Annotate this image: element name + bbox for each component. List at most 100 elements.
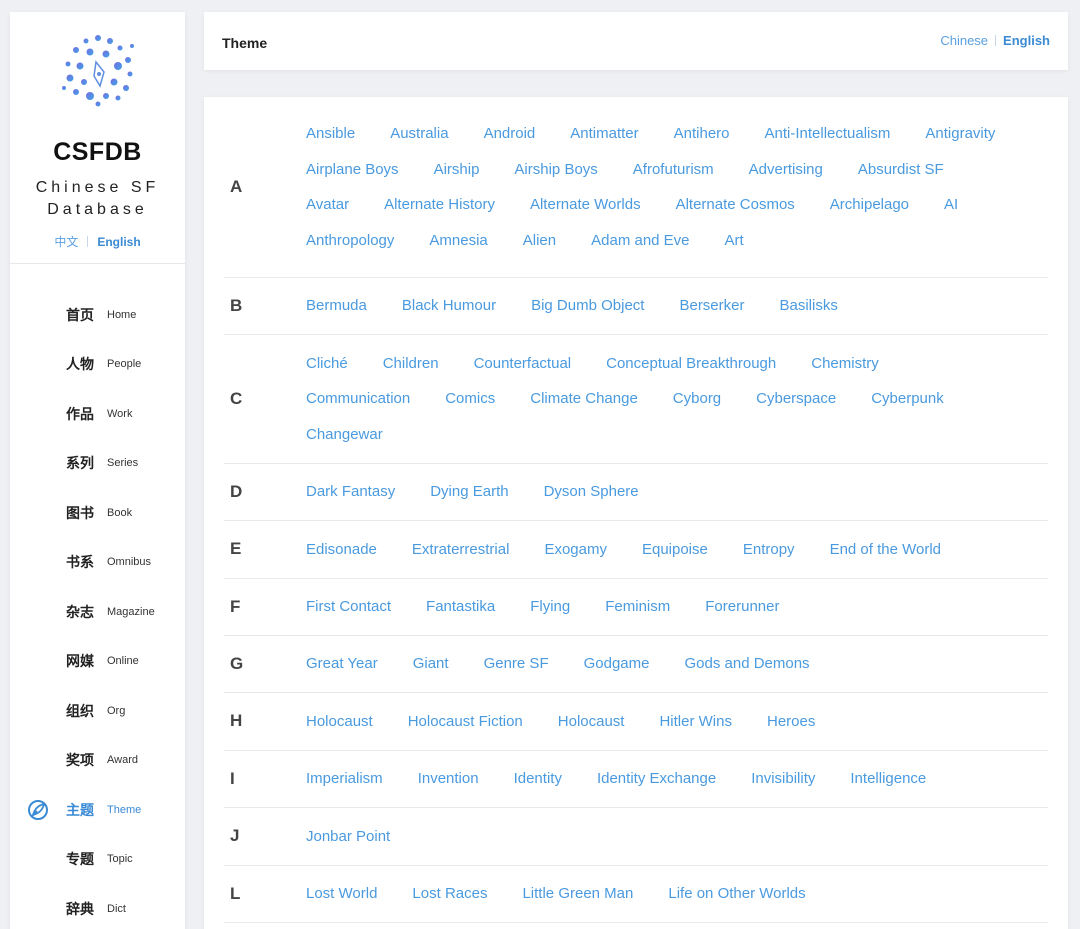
topic-link[interactable]: Identity: [514, 761, 562, 797]
topic-link[interactable]: Conceptual Breakthrough: [606, 346, 776, 382]
sidebar-item-people[interactable]: 人物 People: [10, 340, 185, 390]
topic-link[interactable]: Cyberspace: [756, 381, 836, 417]
lang-divider: [87, 236, 89, 247]
topic-link[interactable]: AI: [944, 187, 958, 223]
sidebar-item-topic[interactable]: 专题 Topic: [10, 835, 185, 885]
topic-link[interactable]: Big Dumb Object: [531, 288, 644, 324]
letter-group-b: B Bermuda Black Humour Big Dumb Object Berse…: [224, 278, 1048, 335]
topic-link[interactable]: Advertising: [749, 152, 823, 188]
topic-link[interactable]: Invention: [418, 761, 479, 797]
topic-link[interactable]: Forerunner: [705, 589, 779, 625]
lang-zh-link[interactable]: 中文: [54, 233, 78, 250]
topic-link[interactable]: Antimatter: [570, 116, 638, 152]
topic-link[interactable]: Airship Boys: [514, 152, 597, 188]
topic-link[interactable]: Counterfactual: [474, 346, 572, 382]
topic-link[interactable]: Alternate Worlds: [530, 187, 641, 223]
topic-link[interactable]: Android: [484, 116, 536, 152]
topic-link[interactable]: Amnesia: [429, 223, 487, 259]
topic-link[interactable]: End of the World: [830, 532, 941, 568]
topic-link[interactable]: Children: [383, 346, 439, 382]
topic-link[interactable]: Holocaust: [306, 704, 373, 740]
topic-link[interactable]: Black Humour: [402, 288, 496, 324]
topic-link[interactable]: Hitler Wins: [659, 704, 732, 740]
sidebar-item-work[interactable]: 作品 Work: [10, 389, 185, 439]
letter-heading: A: [230, 177, 243, 196]
sidebar-item-home[interactable]: 首页 Home: [10, 290, 185, 340]
topic-link[interactable]: Little Green Man: [522, 876, 633, 912]
topic-link[interactable]: Ansible: [306, 116, 355, 152]
topic-link[interactable]: Holocaust Fiction: [408, 704, 523, 740]
topic-link[interactable]: Great Year: [306, 646, 378, 682]
topic-link[interactable]: Equipoise: [642, 532, 708, 568]
topic-link[interactable]: Changewar: [306, 417, 383, 453]
lang-english-link[interactable]: English: [1003, 33, 1050, 48]
lang-chinese-link[interactable]: Chinese: [940, 33, 988, 48]
topic-link[interactable]: Dying Earth: [430, 474, 508, 510]
topic-link[interactable]: Dark Fantasy: [306, 474, 395, 510]
topic-link[interactable]: Australia: [390, 116, 448, 152]
topic-link[interactable]: Heroes: [767, 704, 815, 740]
topic-link[interactable]: Adam and Eve: [591, 223, 689, 259]
topic-link[interactable]: Avatar: [306, 187, 349, 223]
topic-link[interactable]: Cyberpunk: [871, 381, 944, 417]
topic-link[interactable]: Comics: [445, 381, 495, 417]
topic-link[interactable]: Dyson Sphere: [544, 474, 639, 510]
topic-link[interactable]: First Contact: [306, 589, 391, 625]
topic-link[interactable]: Antigravity: [925, 116, 995, 152]
topic-link[interactable]: Chemistry: [811, 346, 879, 382]
topic-link[interactable]: Giant: [413, 646, 449, 682]
sidebar-item-magazine[interactable]: 杂志 Magazine: [10, 587, 185, 637]
topic-link[interactable]: Climate Change: [530, 381, 638, 417]
sidebar-item-label-en: Series: [107, 457, 139, 470]
topic-link[interactable]: Flying: [530, 589, 570, 625]
sidebar-item-org[interactable]: 组织 Org: [10, 686, 185, 736]
topic-link[interactable]: Berserker: [679, 288, 744, 324]
sidebar-item-award[interactable]: 奖项 Award: [10, 736, 185, 786]
sidebar-item-series[interactable]: 系列 Series: [10, 439, 185, 489]
topic-link[interactable]: Anthropology: [306, 223, 394, 259]
topic-link[interactable]: Gods and Demons: [684, 646, 809, 682]
topic-link[interactable]: Alternate Cosmos: [676, 187, 795, 223]
topic-link[interactable]: Extraterrestrial: [412, 532, 510, 568]
sidebar-item-dict[interactable]: 辞典 Dict: [10, 884, 185, 929]
topic-link[interactable]: Basilisks: [780, 288, 838, 324]
topic-link[interactable]: Archipelago: [830, 187, 909, 223]
topic-link[interactable]: Bermuda: [306, 288, 367, 324]
topic-link[interactable]: Alternate History: [384, 187, 495, 223]
topic-link[interactable]: Invisibility: [751, 761, 815, 797]
topic-link[interactable]: Lost World: [306, 876, 377, 912]
topic-link[interactable]: Absurdist SF: [858, 152, 944, 188]
topic-link[interactable]: Fantastika: [426, 589, 495, 625]
topic-link[interactable]: Life on Other Worlds: [668, 876, 805, 912]
topic-link[interactable]: Identity Exchange: [597, 761, 716, 797]
topic-link[interactable]: Cliché: [306, 346, 348, 382]
sidebar-item-theme[interactable]: 主题 Theme: [10, 785, 185, 835]
topic-link[interactable]: Airplane Boys: [306, 152, 399, 188]
topic-link[interactable]: Afrofuturism: [633, 152, 714, 188]
topic-link[interactable]: Airship: [434, 152, 480, 188]
sidebar-item-omnibus[interactable]: 书系 Omnibus: [10, 538, 185, 588]
topic-link[interactable]: Edisonade: [306, 532, 377, 568]
topic-link[interactable]: Genre SF: [484, 646, 549, 682]
topic-list: Great Year Giant Genre SF Godgame Gods and D…: [306, 646, 1048, 682]
topic-link[interactable]: Jonbar Point: [306, 819, 390, 855]
topic-link[interactable]: Cyborg: [673, 381, 721, 417]
topic-link[interactable]: Entropy: [743, 532, 795, 568]
sidebar-item-online[interactable]: 网媒 Online: [10, 637, 185, 687]
topic-link[interactable]: Alien: [523, 223, 556, 259]
topic-link[interactable]: Feminism: [605, 589, 670, 625]
lang-en-link[interactable]: English: [97, 235, 140, 249]
header-language-switch: Chinese English: [940, 33, 1050, 48]
topic-link[interactable]: Anti-Intellectualism: [765, 116, 891, 152]
topic-link[interactable]: Holocaust: [558, 704, 625, 740]
topic-link[interactable]: Antihero: [674, 116, 730, 152]
sidebar-item-book[interactable]: 图书 Book: [10, 488, 185, 538]
topic-link[interactable]: Communication: [306, 381, 410, 417]
topic-link[interactable]: Imperialism: [306, 761, 383, 797]
logo-icon[interactable]: [60, 32, 136, 108]
topic-link[interactable]: Intelligence: [850, 761, 926, 797]
topic-link[interactable]: Exogamy: [544, 532, 607, 568]
topic-link[interactable]: Lost Races: [412, 876, 487, 912]
topic-link[interactable]: Godgame: [584, 646, 650, 682]
topic-link[interactable]: Art: [725, 223, 744, 259]
